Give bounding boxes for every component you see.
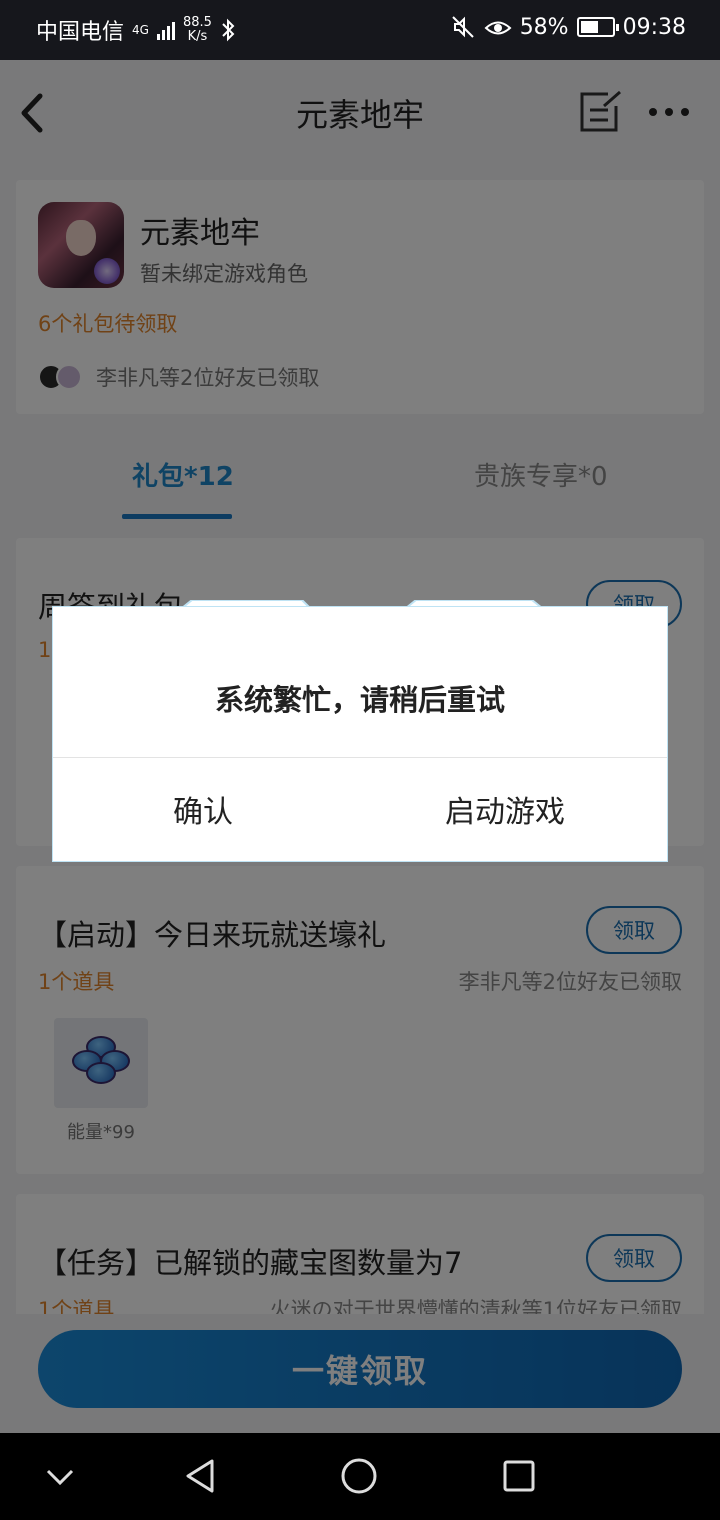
back-triangle-icon[interactable]: [182, 1457, 218, 1495]
confirm-button[interactable]: 确认: [173, 787, 233, 831]
battery-icon: [576, 17, 619, 37]
app-content: 元素地牢 元素地牢 暂未绑定游戏角色 6个礼包待领取 李非凡等2位好友已领取 礼…: [0, 60, 720, 1433]
signal-icon: [156, 20, 175, 40]
status-bar: 中国电信 4G 88.5 K/s 58% 09:38: [0, 0, 720, 60]
mute-icon: [451, 16, 474, 38]
network-speed: 88.5 K/s: [183, 16, 212, 44]
network-label: 4G: [132, 23, 149, 37]
error-dialog: 系统繁忙，请稍后重试 确认 启动游戏: [52, 606, 668, 862]
bluetooth-icon: [222, 18, 235, 42]
recents-square-icon[interactable]: [502, 1459, 536, 1493]
launch-game-button[interactable]: 启动游戏: [445, 787, 565, 831]
speed-value: 88.5: [182, 15, 212, 30]
dialog-divider: [53, 757, 667, 758]
dialog-message: 系统繁忙，请稍后重试: [214, 683, 505, 717]
speed-unit: K/s: [187, 29, 208, 44]
battery-percent: 58%: [519, 14, 569, 40]
clock: 09:38: [622, 14, 686, 40]
chevron-down-icon[interactable]: [44, 1463, 76, 1489]
home-circle-icon[interactable]: [340, 1457, 378, 1495]
carrier-label: 中国电信: [36, 20, 125, 45]
system-nav-bar: [0, 1433, 720, 1520]
eye-comfort-icon: [484, 21, 512, 35]
